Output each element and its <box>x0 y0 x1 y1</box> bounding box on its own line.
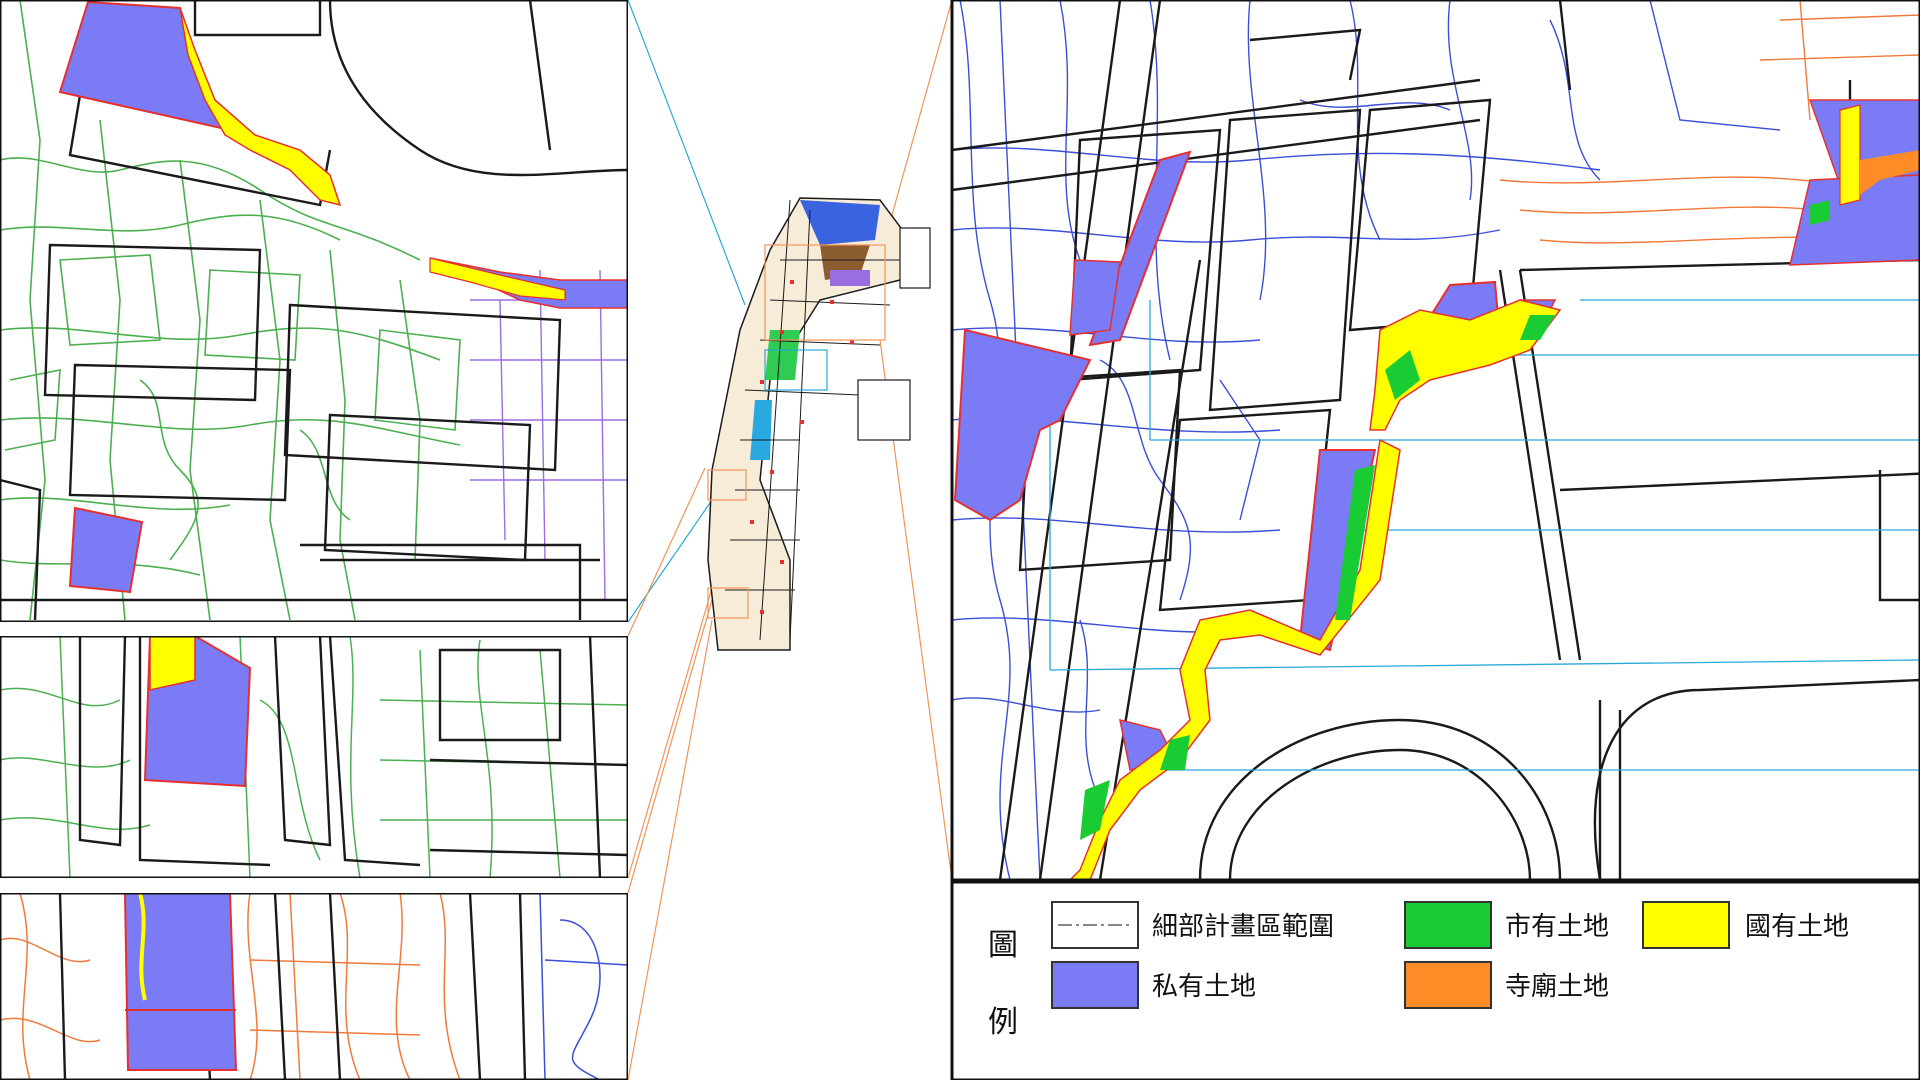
legend-title-char-2: 例 <box>988 1005 1018 1040</box>
legend-title-char-1: 圖 <box>988 928 1018 963</box>
legend-label-boundary: 細部計畫區範圍 <box>1152 912 1334 942</box>
overview-minimap <box>707 197 931 651</box>
detail-panel-right <box>952 0 1920 880</box>
detail-panel-c <box>0 893 628 1080</box>
detail-panel-b <box>0 636 628 878</box>
legend-label-private: 私有土地 <box>1152 972 1256 1002</box>
legend-swatch-city <box>1404 901 1492 949</box>
legend: 圖 例 細部計畫區範圍 市有土地 國有土地 私有土地 寺廟土地 <box>950 880 1920 1080</box>
legend-swatch-national <box>1642 901 1730 949</box>
legend-label-temple: 寺廟土地 <box>1505 972 1609 1002</box>
legend-swatch-private <box>1051 961 1139 1009</box>
legend-label-city: 市有土地 <box>1505 912 1609 942</box>
land-ownership-map: 圖 例 細部計畫區範圍 市有土地 國有土地 私有土地 寺廟土地 <box>0 0 1920 1080</box>
legend-swatch-temple <box>1404 961 1492 1009</box>
legend-label-national: 國有土地 <box>1745 912 1849 942</box>
detail-panel-a <box>0 0 628 622</box>
